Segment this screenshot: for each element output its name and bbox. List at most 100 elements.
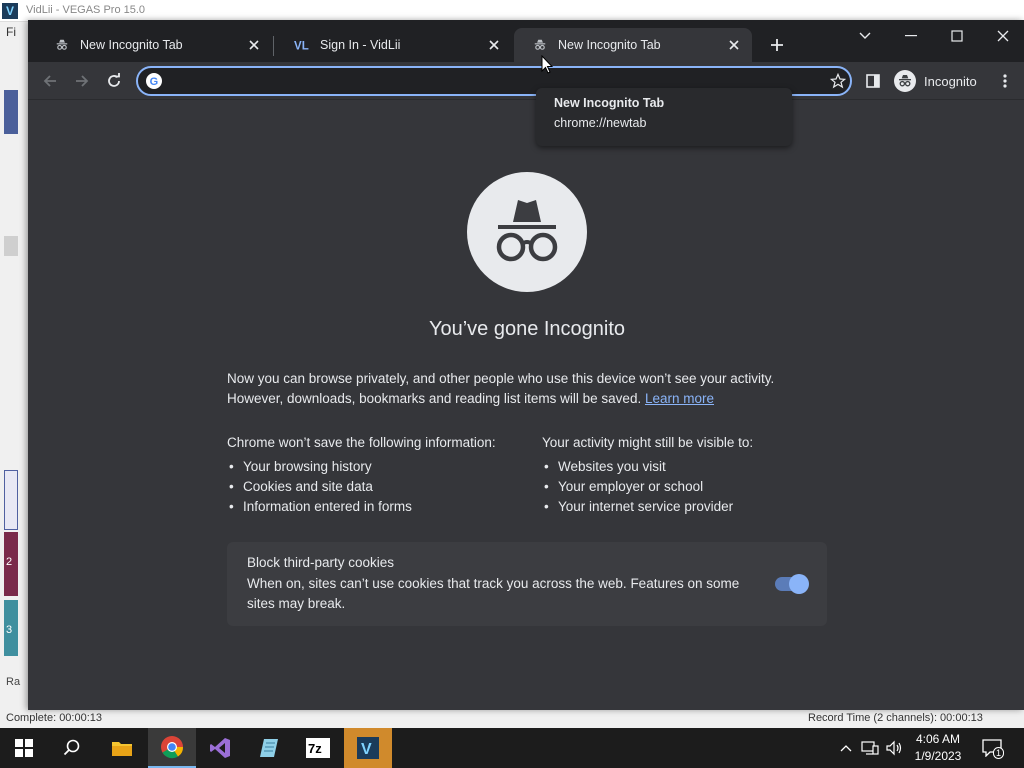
list-item: Your browsing history xyxy=(227,457,527,477)
vegas-icon: V xyxy=(357,737,379,759)
new-tab-button[interactable] xyxy=(766,34,788,56)
vegas-app-icon: V xyxy=(2,3,18,19)
background-app-titlebar: V VidLii - VEGAS Pro 15.0 xyxy=(0,0,1024,22)
more-vertical-icon xyxy=(1003,74,1007,88)
tab-close-icon[interactable] xyxy=(726,37,742,53)
browser-toolbar: G Incognito xyxy=(28,62,1024,100)
action-center-button[interactable]: 1 xyxy=(980,737,1005,759)
background-status-right: Record Time (2 channels): 00:00:13 xyxy=(808,712,983,724)
track-number: 3 xyxy=(6,624,13,636)
forward-arrow-icon xyxy=(76,75,89,87)
tab-vidlii-sign-in[interactable]: VL Sign In - VidLii xyxy=(276,28,512,62)
tab-new-incognito-1[interactable]: New Incognito Tab xyxy=(36,28,272,62)
list-item: Your employer or school xyxy=(542,477,842,497)
close-icon xyxy=(997,30,1009,42)
toggle-knob xyxy=(789,574,809,594)
taskbar-notepad[interactable] xyxy=(246,728,294,768)
visual-studio-icon xyxy=(210,738,230,758)
svg-text:G: G xyxy=(150,76,159,88)
tab-strip: New Incognito Tab VL Sign In - VidLii Ne… xyxy=(28,20,1024,62)
block-cookies-toggle[interactable] xyxy=(775,574,809,594)
chevron-down-icon xyxy=(859,32,871,39)
chevron-up-icon xyxy=(840,745,852,752)
cookie-card-description: When on, sites can’t use cookies that tr… xyxy=(247,576,740,611)
back-button[interactable] xyxy=(37,68,63,94)
incognito-icon xyxy=(532,37,548,53)
tab-separator xyxy=(273,36,274,56)
volume-icon[interactable] xyxy=(885,739,903,757)
tab-label: Sign In - VidLii xyxy=(320,38,401,52)
taskbar-visual-studio[interactable] xyxy=(196,728,244,768)
still-visible-section: Your activity might still be visible to:… xyxy=(542,433,842,517)
list-item: Your internet service provider xyxy=(542,497,842,517)
list-item: Information entered in forms xyxy=(227,497,527,517)
chrome-icon xyxy=(161,736,184,759)
taskbar-7zip[interactable]: 7z xyxy=(294,728,342,768)
svg-text:7z: 7z xyxy=(308,741,322,756)
incognito-icon xyxy=(54,37,70,53)
browser-menu-button[interactable] xyxy=(994,70,1016,92)
network-icon[interactable] xyxy=(861,739,879,757)
intro-paragraph: Now you can browse privately, and other … xyxy=(227,369,827,409)
7zip-icon: 7z xyxy=(306,738,330,758)
background-strip xyxy=(4,90,18,134)
background-status-left: Complete: 00:00:13 xyxy=(6,712,103,724)
taskbar-search-button[interactable] xyxy=(48,728,96,768)
close-window-button[interactable] xyxy=(980,24,1024,48)
google-icon: G xyxy=(146,73,162,89)
clock-time: 4:06 AM xyxy=(915,732,961,746)
incognito-icon xyxy=(894,70,916,92)
tab-close-icon[interactable] xyxy=(246,37,262,53)
reload-button[interactable] xyxy=(101,68,127,94)
list-item: Websites you visit xyxy=(542,457,842,477)
maximize-icon xyxy=(951,30,963,42)
incognito-profile-button[interactable]: Incognito xyxy=(892,68,984,94)
folder-icon xyxy=(112,742,132,756)
learn-more-link[interactable]: Learn more xyxy=(645,391,714,406)
mouse-cursor-icon xyxy=(541,54,554,80)
side-panel-button[interactable] xyxy=(862,70,884,92)
start-button[interactable] xyxy=(0,728,48,768)
third-party-cookies-card: Block third-party cookies When on, sites… xyxy=(227,542,827,626)
tooltip-title: New Incognito Tab xyxy=(554,96,665,110)
browser-window: New Incognito Tab VL Sign In - VidLii Ne… xyxy=(28,20,1024,710)
track-header: 2 xyxy=(4,532,18,596)
background-strip xyxy=(4,470,18,530)
forward-button[interactable] xyxy=(69,68,95,94)
section-heading: Chrome won’t save the following informat… xyxy=(227,435,496,450)
show-hidden-icons-button[interactable] xyxy=(837,739,855,757)
page-title: You’ve gone Incognito xyxy=(428,318,626,340)
tab-search-button[interactable] xyxy=(842,24,888,48)
track-header: 3 xyxy=(4,600,18,656)
tooltip-url: chrome://newtab xyxy=(554,116,647,130)
reload-icon xyxy=(108,73,120,87)
taskbar-vegas[interactable]: V xyxy=(344,728,392,768)
back-arrow-icon xyxy=(43,75,56,87)
background-label: Ra xyxy=(6,676,21,688)
track-number: 2 xyxy=(6,556,13,568)
bookmark-star-icon[interactable] xyxy=(828,71,848,91)
taskbar-clock[interactable]: 4:06 AM 1/9/2023 xyxy=(910,731,966,765)
vidlii-icon: VL xyxy=(294,37,310,53)
minimize-icon xyxy=(905,35,917,37)
plus-icon xyxy=(771,39,783,51)
tab-close-icon[interactable] xyxy=(486,37,502,53)
tab-hover-tooltip: New Incognito Tab chrome://newtab xyxy=(536,88,792,146)
minimize-button[interactable] xyxy=(888,24,934,48)
maximize-button[interactable] xyxy=(934,24,980,48)
search-icon xyxy=(63,739,80,756)
cookie-card-title: Block third-party cookies xyxy=(247,555,395,570)
tab-label: New Incognito Tab xyxy=(558,38,661,52)
notepad-icon xyxy=(260,739,278,757)
taskbar-file-explorer[interactable] xyxy=(98,728,146,768)
svg-text:VL: VL xyxy=(294,40,309,52)
background-app-menu[interactable]: Fi xyxy=(6,25,16,39)
windows-start-icon xyxy=(15,739,33,757)
clock-date: 1/9/2023 xyxy=(914,749,962,763)
not-saved-section: Chrome won’t save the following informat… xyxy=(227,433,527,517)
background-strip xyxy=(4,236,18,256)
taskbar-chrome[interactable] xyxy=(148,728,196,768)
windows-taskbar: 7z V 4:06 AM 1/9/2023 1 xyxy=(0,728,1024,768)
list-item: Cookies and site data xyxy=(227,477,527,497)
tab-label: New Incognito Tab xyxy=(80,38,183,52)
